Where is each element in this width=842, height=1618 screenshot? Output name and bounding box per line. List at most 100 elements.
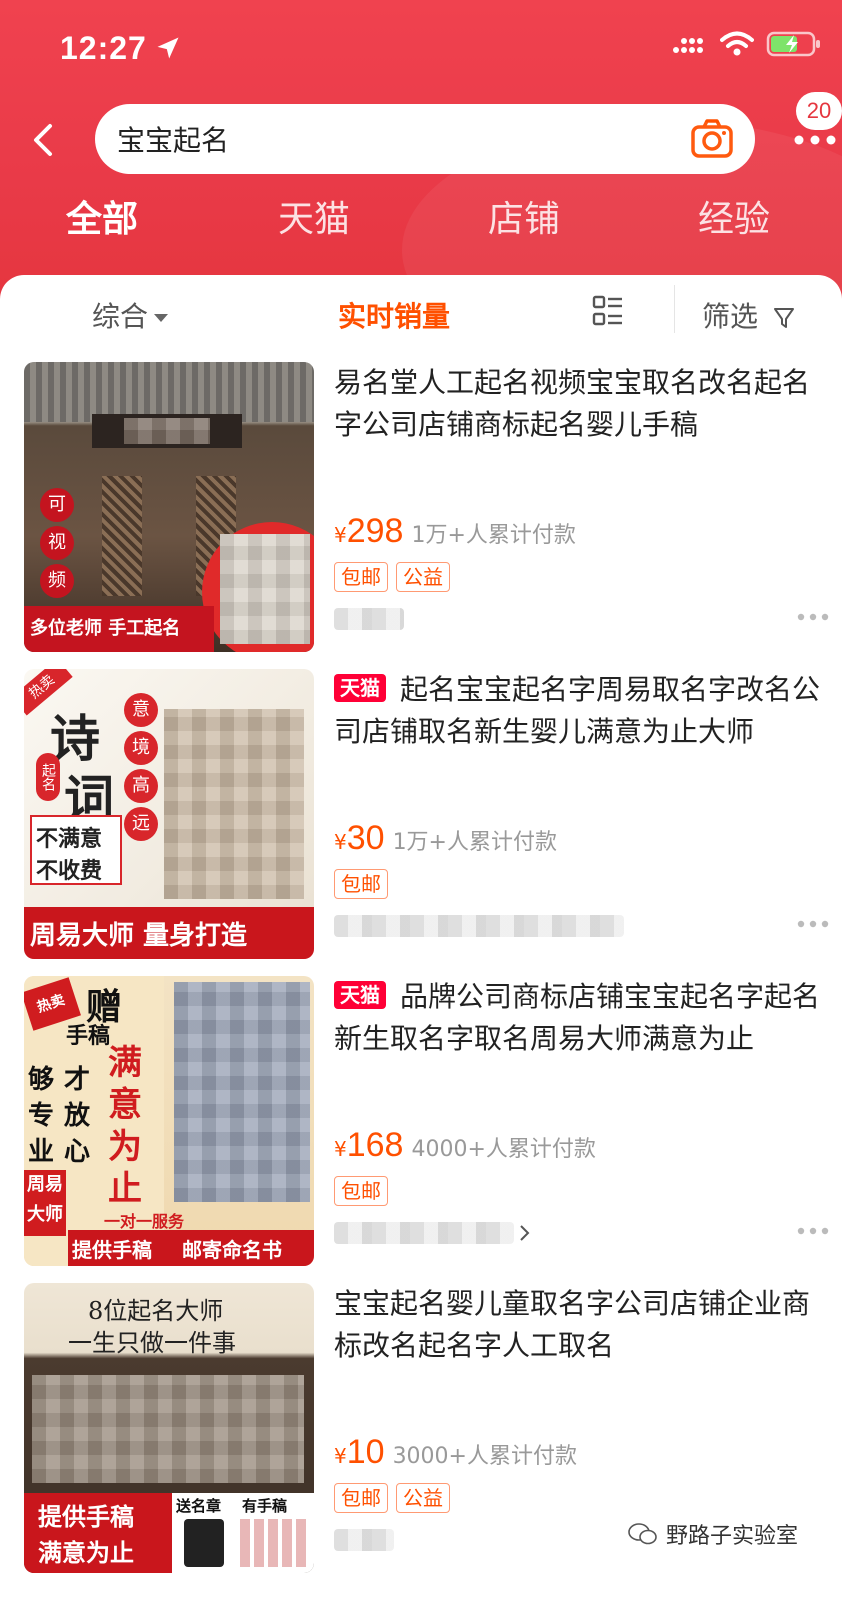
service-text: 一对一服务 xyxy=(104,1212,185,1231)
status-time: 12:27 xyxy=(60,30,147,66)
product-card[interactable]: 可 视 频 多位老师 手工起名 易名堂人工起名视频宝宝取名改名起名字公司店铺商标… xyxy=(0,362,842,662)
tab-tmall[interactable]: 天猫 xyxy=(278,190,350,242)
tab-all[interactable]: 全部 xyxy=(66,190,138,242)
blurred-group-photo xyxy=(32,1375,304,1483)
thumb-caption: 周易大师 量身打造 xyxy=(30,921,248,951)
tab-shops[interactable]: 店铺 xyxy=(488,190,560,242)
more-options-icon[interactable] xyxy=(796,919,830,929)
product-info: 天猫 起名宝宝起名字周易取名字改名公司店铺取名新生婴儿满意为止大师 ¥ 30 1万… xyxy=(334,669,830,959)
sales-count: 4000+人累计付款 xyxy=(411,1137,596,1162)
sort-bar: 综合 实时销量 筛选 xyxy=(0,275,842,365)
shop-name-blurred[interactable] xyxy=(334,608,634,634)
shop-name-blurred[interactable] xyxy=(334,1222,634,1248)
price-symbol: ¥ xyxy=(334,1137,347,1161)
chevron-right-icon xyxy=(520,1225,530,1241)
promise-box: 不满意 不收费 xyxy=(30,815,122,885)
product-card[interactable]: 热卖 诗 词 起名 意 境 高 远 不满意 不收费 周易大师 量身打造 天猫 起名… xyxy=(0,669,842,969)
price-row: ¥ 168 4000+人累计付款 xyxy=(334,1126,596,1165)
vertical-char: 高 xyxy=(124,769,158,803)
product-image[interactable]: 热卖 诗 词 起名 意 境 高 远 不满意 不收费 周易大师 量身打造 xyxy=(24,669,314,959)
more-dots-icon[interactable] xyxy=(793,134,837,146)
list-view-icon[interactable] xyxy=(592,295,624,327)
sort-realtime-sales[interactable]: 实时销量 xyxy=(338,295,450,335)
product-title[interactable]: 宝宝起名婴儿童取名字公司店铺企业商标改名起名字人工取名 xyxy=(334,1283,830,1367)
sales-count: 1万+人累计付款 xyxy=(392,830,557,855)
slogan-char: 业 xyxy=(27,1137,54,1167)
caret-down-icon xyxy=(154,314,169,322)
price: 298 xyxy=(346,512,404,550)
price-symbol: ¥ xyxy=(334,523,347,547)
product-title[interactable]: 天猫 品牌公司商标店铺宝宝起名字起名新生取名字取名周易大师满意为止 xyxy=(334,976,830,1060)
search-input[interactable]: 宝宝起名 xyxy=(95,104,755,174)
product-title[interactable]: 天猫 起名宝宝起名字周易取名字改名公司店铺取名新生婴儿满意为止大师 xyxy=(334,669,830,753)
blurred-text xyxy=(334,1222,514,1244)
slogan-col: 够 专 业 xyxy=(26,1062,56,1170)
promise-line: 不满意 xyxy=(36,827,103,852)
sort-comprehensive-label: 综合 xyxy=(92,300,149,333)
thumb-caption-left: 提供手稿 xyxy=(72,1238,152,1262)
service-tags: 包邮 公益 xyxy=(334,562,450,592)
product-image[interactable]: 可 视 频 多位老师 手工起名 xyxy=(24,362,314,652)
camera-icon[interactable] xyxy=(689,116,735,162)
results-panel: 综合 实时销量 筛选 可 视 频 多位老师 手工起名 易名堂人工起名视频宝宝取名… xyxy=(0,275,842,1618)
slogan-char: 才 xyxy=(63,1065,90,1095)
product-title-text: 起名宝宝起名字周易取名字改名公司店铺取名新生婴儿满意为止大师 xyxy=(334,673,821,748)
thumb-caption: 多位老师 手工起名 xyxy=(30,618,181,639)
product-title-text: 品牌公司商标店铺宝宝起名字起名新生取名字取名周易大师满意为止 xyxy=(334,980,821,1055)
sort-divider xyxy=(674,285,675,333)
tmall-badge: 天猫 xyxy=(334,674,386,702)
watermark: 野路子实验室 xyxy=(628,1518,798,1550)
thumb-bottom-line: 提供手稿 xyxy=(38,1503,134,1531)
battery-icon xyxy=(766,31,820,57)
tmall-badge: 天猫 xyxy=(334,981,386,1009)
product-title[interactable]: 易名堂人工起名视频宝宝取名改名起名字公司店铺商标起名婴儿手稿 xyxy=(334,362,830,446)
free-shipping-tag: 包邮 xyxy=(334,869,388,899)
price-row: ¥ 298 1万+人累计付款 xyxy=(334,512,576,551)
back-arrow-icon[interactable] xyxy=(28,120,58,160)
price: 168 xyxy=(346,1126,404,1164)
status-bar: 12:27 xyxy=(0,0,842,100)
price: 30 xyxy=(346,819,385,857)
product-image[interactable]: 8位起名大师 一生只做一件事 提供手稿 满意为止 送名章 有手稿 xyxy=(24,1283,314,1573)
price-symbol: ¥ xyxy=(334,1444,347,1468)
message-badge: 20 xyxy=(796,92,842,130)
sales-count: 1万+人累计付款 xyxy=(411,523,576,548)
thumb-bottom-line: 满意为止 xyxy=(38,1539,134,1567)
vertical-char: 意 xyxy=(124,693,158,727)
blurred-text xyxy=(334,1529,394,1551)
product-image[interactable]: 热卖 赠 手稿 够 专 业 才 放 心 满 意 为 止 周易 大师 一对一服务 … xyxy=(24,976,314,1266)
filter-button[interactable]: 筛选 xyxy=(702,295,795,335)
stamp-char: 意 xyxy=(108,1085,142,1125)
price: 10 xyxy=(346,1433,385,1471)
more-options-icon[interactable] xyxy=(796,612,830,622)
blurred-text xyxy=(334,915,624,937)
shop-name-blurred[interactable] xyxy=(334,1529,634,1555)
sort-comprehensive[interactable]: 综合 xyxy=(92,295,169,335)
price-row: ¥ 30 1万+人累计付款 xyxy=(334,819,557,858)
slogan-char: 专 xyxy=(27,1101,54,1131)
free-shipping-tag: 包邮 xyxy=(334,1483,388,1513)
badge-char: 视 xyxy=(40,526,74,560)
tab-experience[interactable]: 经验 xyxy=(698,190,770,242)
gift-text: 送名章 xyxy=(176,1497,222,1515)
red-vertical-stamp: 满 意 为 止 xyxy=(96,1042,154,1210)
vertical-char: 远 xyxy=(124,807,158,841)
search-query: 宝宝起名 xyxy=(117,124,230,157)
blurred-sign xyxy=(124,418,210,444)
signal-icon xyxy=(673,38,703,53)
price-row: ¥ 10 3000+人累计付款 xyxy=(334,1433,577,1472)
category-tabs: 全部 天猫 店铺 经验 xyxy=(0,190,842,250)
product-card[interactable]: 热卖 赠 手稿 够 专 业 才 放 心 满 意 为 止 周易 大师 一对一服务 … xyxy=(0,976,842,1276)
seal-item xyxy=(184,1519,224,1567)
slogan-char: 够 xyxy=(27,1065,54,1095)
roof-tiles xyxy=(24,362,314,422)
blurred-portrait xyxy=(220,534,310,644)
thumb-line: 一生只做一件事 xyxy=(68,1329,236,1357)
video-badge: 可 视 频 xyxy=(40,488,76,598)
more-options-icon[interactable] xyxy=(796,1226,830,1236)
slogan-col: 才 放 心 xyxy=(62,1062,92,1170)
master-tag: 周易 大师 xyxy=(24,1170,66,1236)
watermark-text: 野路子实验室 xyxy=(666,1524,799,1549)
service-tags: 包邮 xyxy=(334,1176,388,1206)
shop-name-blurred[interactable] xyxy=(334,915,634,941)
